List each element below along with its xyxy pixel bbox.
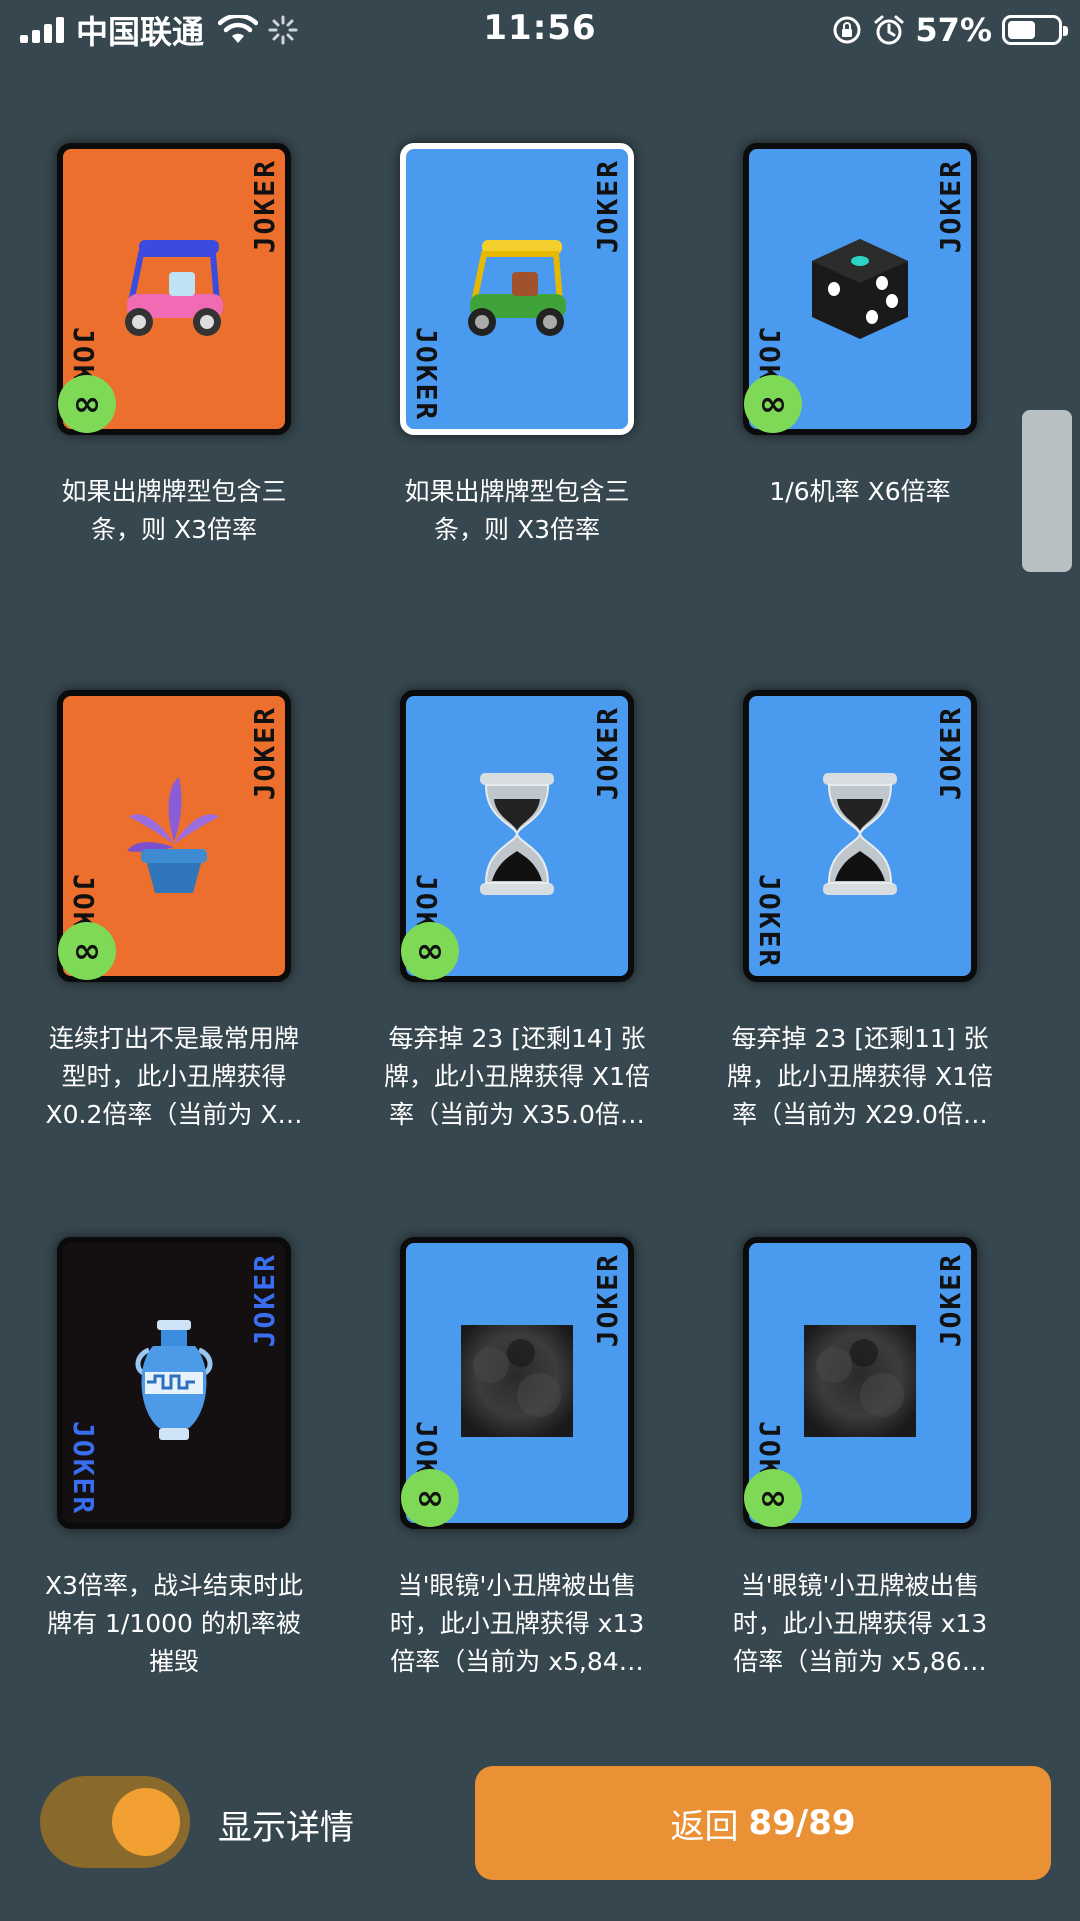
joker-corner-label: JOKER	[248, 1253, 281, 1348]
joker-corner-label: JOKER	[248, 159, 281, 254]
show-details-toggle[interactable]	[40, 1776, 190, 1868]
scrollbar-thumb[interactable]	[1022, 410, 1072, 572]
description-line: 率（当前为 X35.0倍…	[389, 1100, 645, 1129]
description-line: 当'眼镜'小丑牌被出售	[740, 1571, 980, 1600]
potted-plant-icon	[119, 769, 229, 903]
description-line: 当'眼镜'小丑牌被出售	[397, 1571, 637, 1600]
joker-description: 如果出牌牌型包含三 条，则 X3倍率	[367, 473, 667, 549]
description-line: 时，此小丑牌获得 x13	[732, 1609, 988, 1638]
auto-rickshaw-icon	[452, 232, 582, 346]
infinity-badge-icon: ∞	[744, 375, 802, 433]
description-line: 连续打出不是最常用牌	[48, 1024, 299, 1053]
description-line: 1/6机率 X6倍率	[769, 477, 951, 506]
description-line: 摧毁	[148, 1647, 199, 1676]
hourglass-icon	[815, 769, 905, 903]
joker-card[interactable]: JOKER JOKER	[57, 1237, 291, 1529]
description-line: 率（当前为 X29.0倍…	[732, 1100, 988, 1129]
description-line: X3倍率，战斗结束时此	[44, 1571, 304, 1600]
description-line: 牌，此小丑牌获得 X1倍	[384, 1062, 650, 1091]
joker-corner-label: JOKER	[934, 159, 967, 254]
description-line: 倍率（当前为 x5,86…	[733, 1647, 987, 1676]
dark-square-icon	[461, 1325, 573, 1441]
infinity-badge-icon: ∞	[744, 1469, 802, 1527]
joker-corner-label: JOKER	[410, 326, 443, 421]
joker-description: 当'眼镜'小丑牌被出售 时，此小丑牌获得 x13 倍率（当前为 x5,86…	[710, 1567, 1010, 1681]
joker-description: 如果出牌牌型包含三 条，则 X3倍率	[24, 473, 324, 549]
joker-card[interactable]: JOKER JOKER	[743, 690, 977, 982]
show-details-label: 显示详情	[218, 1808, 354, 1848]
joker-corner-label: JOKER	[934, 706, 967, 801]
description-line: 如果出牌牌型包含三	[404, 477, 630, 506]
description-line: 每弃掉 23 [还剩14] 张	[388, 1024, 646, 1053]
joker-description: 1/6机率 X6倍率	[710, 473, 1010, 511]
description-line: X0.2倍率（当前为 X…	[45, 1100, 303, 1129]
description-line: 倍率（当前为 x5,84…	[390, 1647, 644, 1676]
joker-description: 连续打出不是最常用牌 型时，此小丑牌获得 X0.2倍率（当前为 X…	[24, 1020, 324, 1134]
dark-square-icon	[804, 1325, 916, 1441]
joker-description: 每弃掉 23 [还剩11] 张牌，此小丑牌获得 X1倍 率（当前为 X29.0倍…	[710, 1020, 1010, 1134]
amphora-icon	[129, 1316, 219, 1450]
joker-description: 当'眼镜'小丑牌被出售 时，此小丑牌获得 x13 倍率（当前为 x5,84…	[367, 1567, 667, 1681]
description-line: 牌有 1/1000 的机率被	[47, 1609, 301, 1638]
description-line: 如果出牌牌型包含三	[61, 477, 287, 506]
infinity-badge-icon: ∞	[401, 1469, 459, 1527]
description-line: 每弃掉 23 [还剩11] 张	[731, 1024, 989, 1053]
joker-corner-label: JOKER	[591, 159, 624, 254]
description-line: 条，则 X3倍率	[91, 515, 257, 544]
joker-grid: JOKER JOKER ∞ 如果出牌牌型包含三 条，则 X3倍率 JOKER JOKER …	[0, 0, 1080, 1720]
joker-corner-label: JOKER	[67, 1420, 100, 1515]
hourglass-icon	[472, 769, 562, 903]
joker-description: X3倍率，战斗结束时此 牌有 1/1000 的机率被 摧毁	[24, 1567, 324, 1681]
auto-rickshaw-pink-icon	[109, 232, 239, 346]
description-line: 牌，此小丑牌获得 X1倍	[727, 1062, 993, 1091]
joker-corner-label: JOKER	[753, 873, 786, 968]
infinity-badge-icon: ∞	[58, 922, 116, 980]
description-line: 条，则 X3倍率	[434, 515, 600, 544]
joker-corner-label: JOKER	[934, 1253, 967, 1348]
toggle-knob[interactable]	[112, 1788, 180, 1856]
return-button-label: 返回	[670, 1806, 739, 1847]
joker-description: 每弃掉 23 [还剩14] 张牌，此小丑牌获得 X1倍 率（当前为 X35.0倍…	[367, 1020, 667, 1134]
infinity-badge-icon: ∞	[58, 375, 116, 433]
joker-corner-label: JOKER	[248, 706, 281, 801]
joker-corner-label: JOKER	[591, 706, 624, 801]
joker-corner-label: JOKER	[591, 1253, 624, 1348]
return-button[interactable]: 返回 89/89	[475, 1766, 1051, 1880]
return-button-count: 89/89	[748, 1803, 856, 1843]
description-line: 型时，此小丑牌获得	[61, 1062, 287, 1091]
bottom-bar: 显示详情 返回 89/89	[0, 1750, 1080, 1900]
dice-icon	[800, 227, 920, 351]
description-line: 时，此小丑牌获得 x13	[389, 1609, 645, 1638]
infinity-badge-icon: ∞	[401, 922, 459, 980]
joker-card[interactable]: JOKER JOKER	[400, 143, 634, 435]
